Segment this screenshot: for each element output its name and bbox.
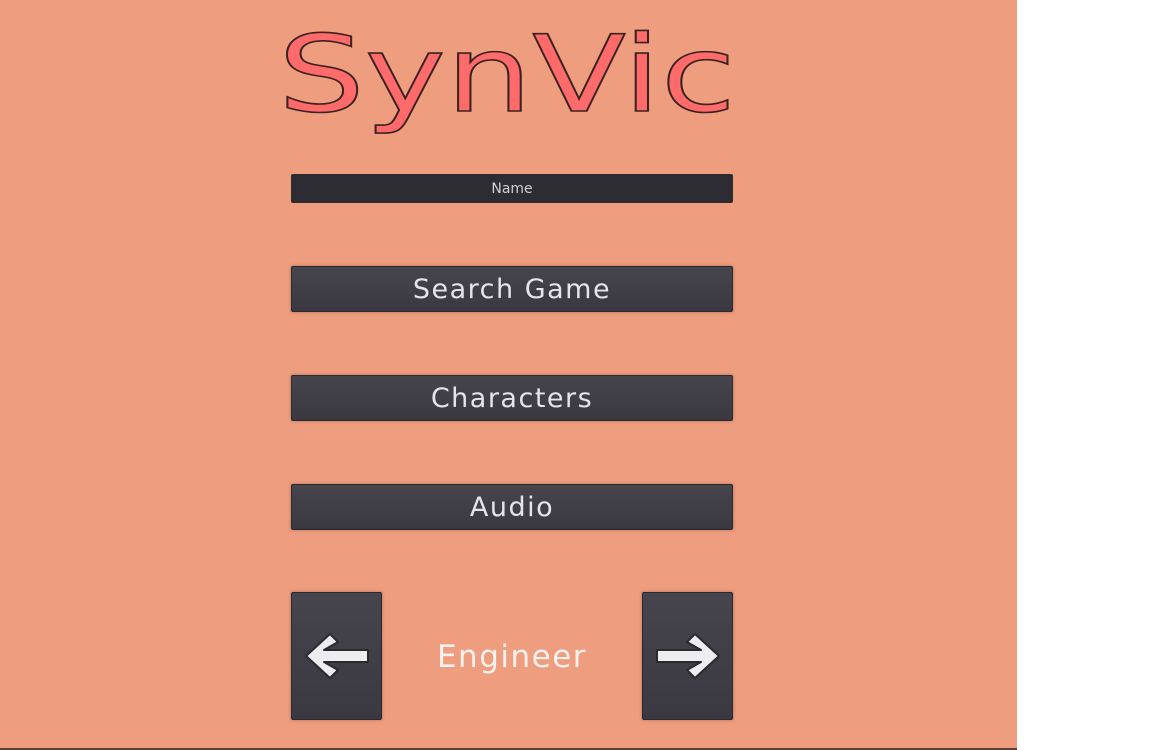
main-menu-screen: SynVic Search Game Characters Audio Engi… xyxy=(0,0,1017,750)
search-game-label: Search Game xyxy=(412,273,612,305)
previous-class-button[interactable] xyxy=(291,592,382,720)
name-input[interactable] xyxy=(291,174,733,203)
arrow-left-icon xyxy=(304,633,369,679)
next-class-button[interactable] xyxy=(642,592,733,720)
search-game-button[interactable]: Search Game xyxy=(291,266,733,312)
audio-label: Audio xyxy=(469,491,555,523)
selected-class-label: Engineer xyxy=(436,639,588,675)
window-margin xyxy=(1017,0,1172,750)
audio-button[interactable]: Audio xyxy=(291,484,733,530)
characters-button[interactable]: Characters xyxy=(291,375,733,421)
game-logo: SynVic xyxy=(270,14,745,154)
arrow-right-icon xyxy=(655,633,720,679)
characters-label: Characters xyxy=(430,382,594,414)
game-title: SynVic xyxy=(278,14,736,136)
